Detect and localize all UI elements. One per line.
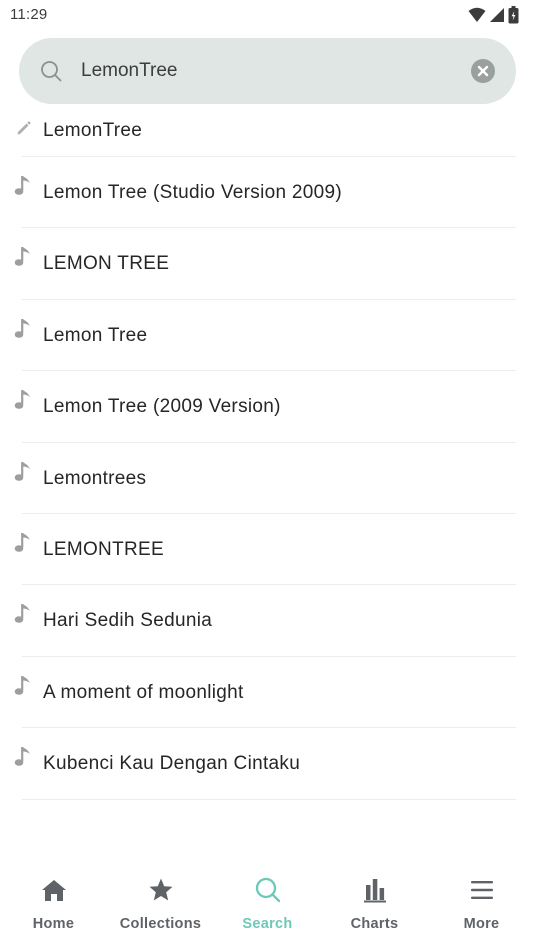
music-note-icon — [14, 390, 30, 409]
list-item-label: LEMONTREE — [43, 538, 164, 560]
music-note-icon — [14, 747, 30, 766]
list-item[interactable]: LEMON TREE — [0, 228, 535, 300]
nav-label: Search — [242, 916, 293, 932]
search-icon[interactable] — [40, 60, 62, 82]
clear-search-button[interactable] — [471, 59, 495, 83]
list-item[interactable]: A moment of moonlight — [0, 657, 535, 729]
list-item-label: A moment of moonlight — [43, 681, 244, 703]
pencil-icon — [17, 121, 31, 135]
menu-icon — [470, 881, 493, 899]
divider — [22, 798, 516, 800]
music-note-icon — [14, 675, 30, 695]
bar-chart-icon — [363, 879, 386, 903]
nav-item-charts[interactable]: Charts — [321, 862, 428, 951]
search-icon — [255, 877, 280, 903]
search-results-list: LemonTree Lemon Tree (Studio Version 200… — [0, 104, 535, 800]
nav-label: Home — [32, 916, 75, 932]
list-item-label: Lemon Tree (Studio Version 2009) — [43, 182, 342, 203]
music-note-icon — [14, 461, 30, 481]
list-item[interactable]: Hari Sedih Sedunia — [0, 585, 535, 657]
list-item[interactable]: Lemontrees — [0, 443, 535, 514]
list-item-label: Lemon Tree (2009 Version) — [43, 396, 281, 418]
music-note-icon — [14, 604, 30, 624]
status-icons — [468, 6, 519, 24]
clear-icon — [477, 65, 489, 77]
nav-label: Charts — [350, 916, 399, 932]
status-time: 11:29 — [10, 6, 48, 23]
music-note-icon — [14, 532, 30, 552]
list-item-label: Hari Sedih Sedunia — [43, 610, 213, 632]
music-note-icon — [14, 318, 30, 338]
bottom-navigation: Home Collections Search Charts More — [0, 862, 535, 951]
list-item[interactable]: Lemon Tree (2009 Version) — [0, 371, 535, 443]
list-item[interactable]: LEMONTREE — [0, 514, 535, 586]
nav-item-collections[interactable]: Collections — [107, 862, 214, 951]
music-note-icon — [14, 247, 30, 267]
list-item-label: LEMON TREE — [43, 253, 170, 275]
music-note-icon — [14, 176, 30, 195]
wifi-icon — [468, 7, 486, 22]
search-input[interactable] — [81, 56, 461, 86]
list-item-label: Kubenci Kau Dengan Cintaku — [43, 753, 301, 775]
list-item[interactable]: Lemon Tree (Studio Version 2009) — [0, 157, 535, 229]
status-bar: 11:29 — [0, 0, 535, 30]
search-bar — [19, 38, 516, 104]
nav-item-home[interactable]: Home — [0, 862, 107, 951]
nav-item-search[interactable]: Search — [214, 862, 321, 951]
list-item-label: Lemon Tree — [43, 324, 148, 346]
cellular-signal-icon — [490, 8, 504, 22]
list-item[interactable]: Lemon Tree — [0, 300, 535, 372]
nav-item-more[interactable]: More — [428, 862, 535, 951]
list-item[interactable]: LemonTree — [0, 104, 535, 157]
star-icon — [149, 878, 172, 901]
nav-label: Collections — [119, 916, 202, 932]
list-item-label: LemonTree — [43, 120, 143, 141]
home-icon — [41, 880, 66, 901]
nav-label: More — [463, 916, 500, 932]
list-item[interactable]: Kubenci Kau Dengan Cintaku — [0, 728, 535, 800]
battery-icon — [508, 6, 519, 24]
list-item-label: Lemontrees — [43, 467, 147, 489]
